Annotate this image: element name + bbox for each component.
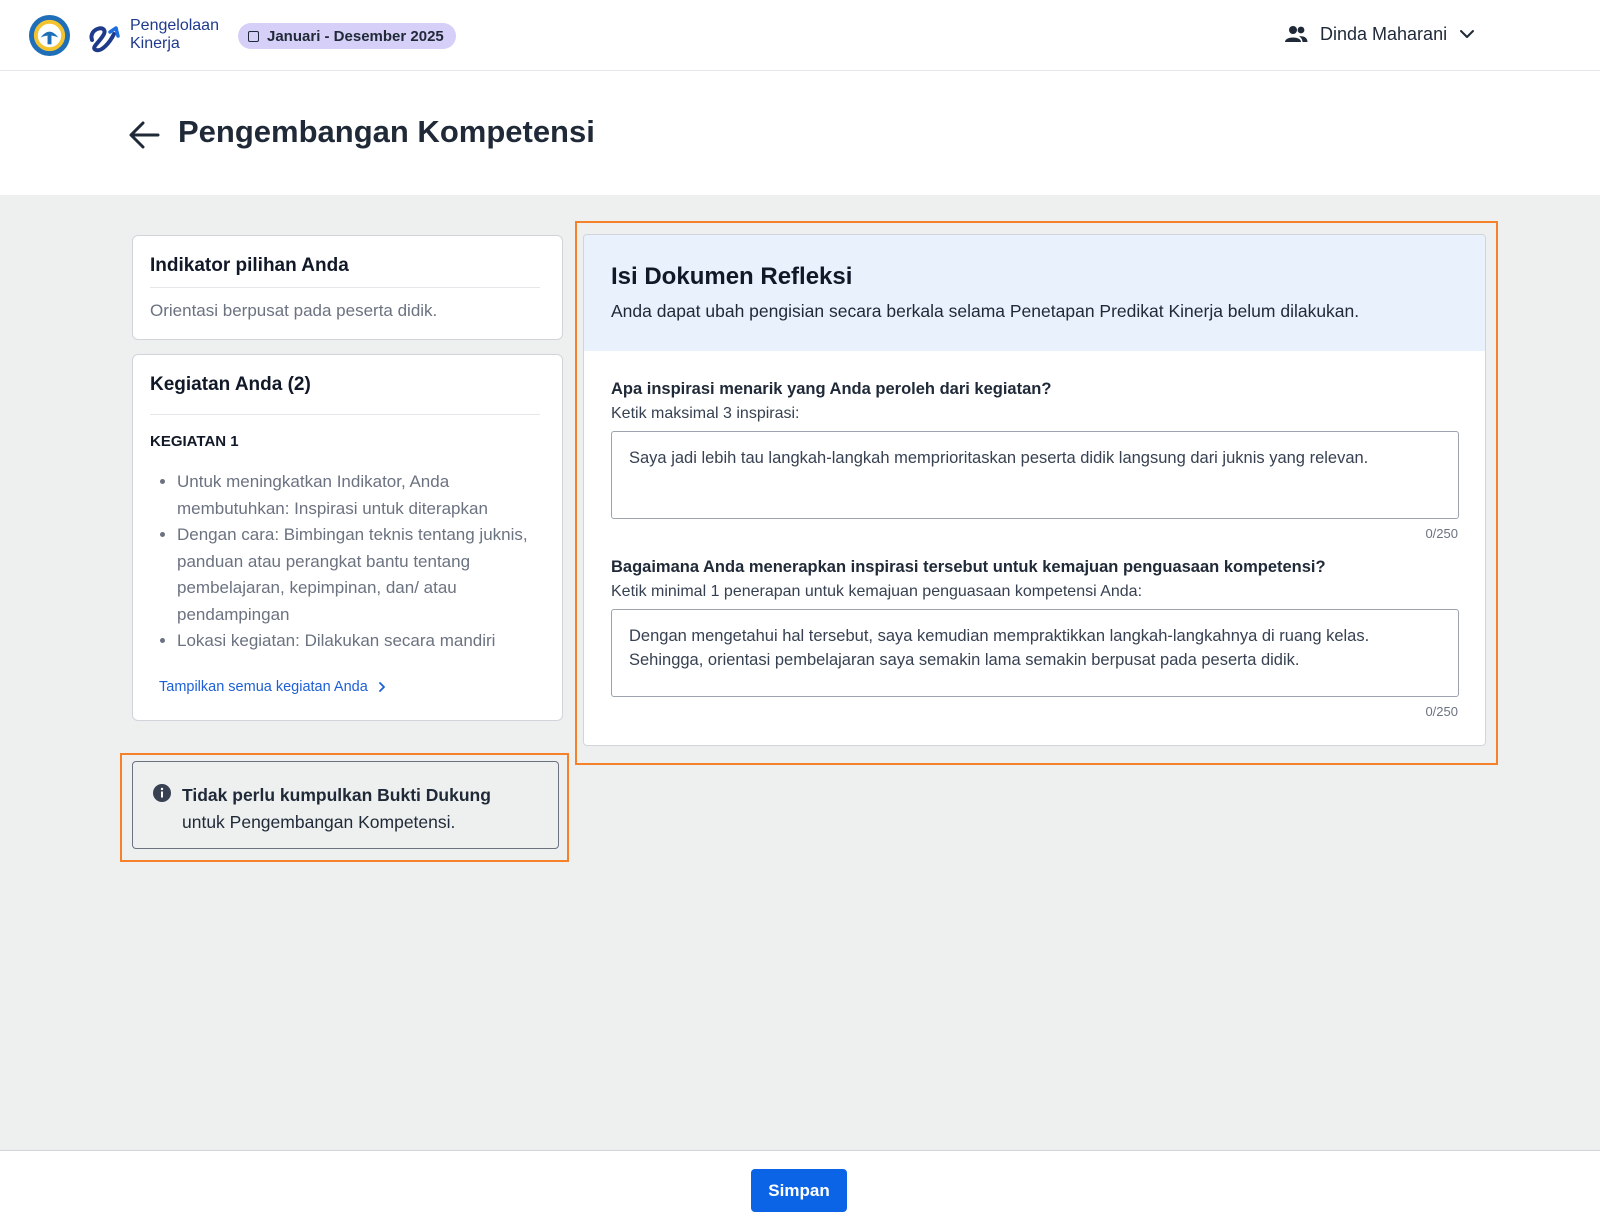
show-all-label: Tampilkan semua kegiatan Anda <box>159 679 368 695</box>
footer-action-bar: Simpan <box>0 1150 1600 1228</box>
question-1-char-counter: 0/250 <box>1425 526 1458 541</box>
calendar-icon <box>248 30 259 42</box>
question-1-hint: Ketik maksimal 3 inspirasi: <box>611 405 800 422</box>
document-subtitle: Anda dapat ubah pengisian secara berkala… <box>611 301 1360 321</box>
indicator-card: Indikator pilihan Anda Orientasi berpusa… <box>132 235 563 340</box>
indicator-heading: Indikator pilihan Anda <box>150 255 349 276</box>
users-icon <box>1285 26 1308 42</box>
activities-card: Kegiatan Anda (2) KEGIATAN 1 Untuk menin… <box>132 354 563 721</box>
question-1-label: Apa inspirasi menarik yang Anda peroleh … <box>611 380 1052 398</box>
document-title: Isi Dokumen Refleksi <box>611 263 853 290</box>
indicator-value: Orientasi berpusat pada peserta didik. <box>150 301 438 320</box>
page-title-bar: Pengembangan Kompetensi <box>0 71 1600 195</box>
brand-name: Pengelolaan Kinerja <box>130 17 240 53</box>
user-name: Dinda Maharani <box>1320 23 1448 44</box>
question-2-label: Bagaimana Anda menerapkan inspirasi ters… <box>611 558 1326 576</box>
document-header: Isi Dokumen Refleksi Anda dapat ubah pen… <box>584 235 1485 351</box>
back-arrow-icon[interactable] <box>128 118 162 152</box>
info-icon <box>153 784 171 802</box>
ministry-emblem-logo <box>28 14 71 57</box>
list-item: Dengan cara: Bimbingan teknis tentang ju… <box>177 522 537 628</box>
question-2-hint: Ketik minimal 1 penerapan untuk kemajuan… <box>611 583 1143 600</box>
divider <box>150 287 540 288</box>
save-button[interactable]: Simpan <box>751 1169 847 1212</box>
e-kinerja-logo-icon <box>89 26 120 53</box>
divider <box>150 414 540 415</box>
activity-title: KEGIATAN 1 <box>150 433 239 450</box>
reflection-document-card: Isi Dokumen Refleksi Anda dapat ubah pen… <box>583 234 1486 746</box>
top-navigation-bar: Pengelolaan Kinerja Januari - Desember 2… <box>0 0 1600 71</box>
question-2-char-counter: 0/250 <box>1425 704 1458 719</box>
notice-body: untuk Pengembangan Kompetensi. <box>182 812 456 832</box>
show-all-activities-link[interactable]: Tampilkan semua kegiatan Anda <box>159 679 386 695</box>
activities-heading: Kegiatan Anda (2) <box>150 374 311 395</box>
page-title: Pengembangan Kompetensi <box>178 114 595 149</box>
chevron-down-icon <box>1460 30 1475 38</box>
period-chip[interactable]: Januari - Desember 2025 <box>238 23 456 49</box>
period-label: Januari - Desember 2025 <box>267 27 444 45</box>
chevron-right-icon <box>378 682 385 692</box>
application-textarea[interactable]: Dengan mengetahui hal tersebut, saya kem… <box>611 609 1459 697</box>
list-item: Lokasi kegiatan: Dilakukan secara mandir… <box>177 628 537 655</box>
notice-strong: Tidak perlu kumpulkan Bukti Dukung <box>182 785 491 805</box>
user-menu[interactable]: Dinda Maharani <box>1284 18 1475 50</box>
brand-line-1: Pengelolaan <box>130 17 219 34</box>
list-item: Untuk meningkatkan Indikator, Anda membu… <box>177 469 537 522</box>
notice-text: Tidak perlu kumpulkan Bukti Dukung untuk… <box>182 782 491 836</box>
brand-line-2: Kinerja <box>130 35 180 52</box>
activity-details-list: Untuk meningkatkan Indikator, Anda membu… <box>177 469 537 655</box>
supporting-evidence-notice: Tidak perlu kumpulkan Bukti Dukung untuk… <box>132 761 559 849</box>
inspiration-textarea[interactable]: Saya jadi lebih tau langkah-langkah memp… <box>611 431 1459 519</box>
